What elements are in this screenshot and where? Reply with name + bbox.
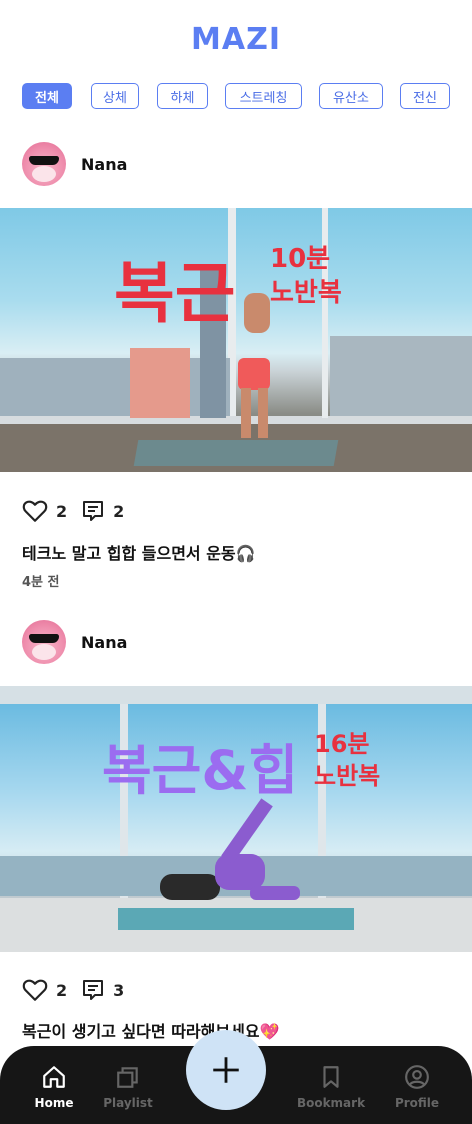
- username[interactable]: Nana: [81, 155, 127, 174]
- add-post-button[interactable]: [186, 1030, 266, 1110]
- app-title: MAZI: [191, 22, 281, 57]
- heart-icon[interactable]: [22, 499, 48, 523]
- post-actions: 2 2: [22, 497, 138, 525]
- post-actions: 2 3: [22, 976, 138, 1004]
- plus-icon: [213, 1057, 239, 1083]
- chip-upper-body[interactable]: 상체: [91, 83, 139, 109]
- overlay-duration: 10분: [270, 244, 331, 274]
- profile-icon: [405, 1065, 429, 1089]
- nav-bookmark[interactable]: Bookmark: [291, 1064, 371, 1110]
- nav-profile-label: Profile: [394, 1096, 440, 1110]
- post-header[interactable]: Nana: [22, 620, 127, 664]
- post-time: 4분 전: [22, 575, 60, 590]
- avatar[interactable]: [22, 620, 66, 664]
- bookmark-icon: [323, 1066, 339, 1088]
- post-image[interactable]: 복근 10분 노반복: [0, 208, 472, 472]
- heart-icon[interactable]: [22, 978, 48, 1002]
- avatar[interactable]: [22, 142, 66, 186]
- chip-cardio[interactable]: 유산소: [319, 83, 383, 109]
- nav-bookmark-label: Bookmark: [296, 1096, 366, 1110]
- overlay-duration: 16분: [314, 730, 370, 758]
- chip-stretching[interactable]: 스트레칭: [225, 83, 302, 109]
- overlay-title: 복근: [114, 255, 236, 332]
- post-header[interactable]: Nana: [22, 142, 127, 186]
- home-icon: [43, 1066, 65, 1088]
- comment-icon[interactable]: [81, 499, 105, 523]
- nav-playlist-label: Playlist: [103, 1096, 153, 1110]
- nav-home[interactable]: Home: [14, 1064, 94, 1110]
- playlist-icon: [117, 1067, 138, 1088]
- comment-count: 3: [113, 980, 125, 1000]
- username[interactable]: Nana: [81, 633, 127, 652]
- nav-profile[interactable]: Profile: [377, 1064, 457, 1110]
- chip-lower-body[interactable]: 하체: [157, 83, 208, 109]
- comment-count: 2: [113, 501, 125, 521]
- like-count: 2: [56, 980, 68, 1000]
- chip-all[interactable]: 전체: [22, 83, 72, 109]
- post-image[interactable]: 복근&힙 16분 노반복: [0, 686, 472, 952]
- comment-icon[interactable]: [81, 978, 105, 1002]
- nav-playlist[interactable]: Playlist: [88, 1064, 168, 1110]
- overlay-subtitle: 노반복: [270, 278, 342, 308]
- post-caption: 테크노 말고 힙합 들으면서 운동🎧: [22, 544, 256, 563]
- nav-home-label: Home: [34, 1096, 74, 1110]
- like-count: 2: [56, 501, 68, 521]
- chip-full-body[interactable]: 전신: [400, 83, 450, 109]
- overlay-title: 복근&힙: [102, 739, 299, 802]
- overlay-subtitle: 노반복: [314, 762, 381, 790]
